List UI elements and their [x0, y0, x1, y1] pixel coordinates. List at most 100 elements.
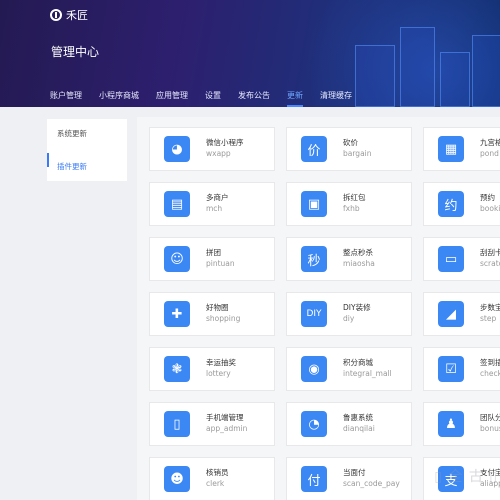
plugin-code: scan_code_pay: [343, 479, 400, 488]
page-title: 管理中心: [51, 45, 100, 59]
nav-item[interactable]: 应用管理: [156, 90, 188, 107]
nav-item[interactable]: 设置: [205, 90, 221, 107]
plugin-card[interactable]: ▭ 刮刮卡 scratch: [423, 237, 500, 281]
plugin-name: 砍价: [343, 138, 358, 147]
grid-icon: ▦: [438, 136, 464, 162]
plugin-code: wxapp: [206, 149, 231, 158]
watermark: ▯ 全 古 ▯: [434, 469, 498, 485]
logo-icon: [50, 9, 62, 21]
plugin-name: 刮刮卡: [480, 248, 500, 257]
clerk-icon: ☻: [164, 466, 190, 492]
diy-icon: DIY: [301, 301, 327, 327]
plugin-card[interactable]: ▣ 拆红包 fxhb: [286, 182, 412, 226]
plugin-code: mch: [206, 204, 223, 213]
plugin-code: bargain: [343, 149, 372, 158]
plugin-card[interactable]: ❃ 幸运抽奖 lottery: [149, 347, 275, 391]
plugin-card[interactable]: ✚ 好物圈 shopping: [149, 292, 275, 336]
banner-building: [472, 35, 500, 107]
plugin-code: bonus: [480, 424, 500, 433]
plugin-name: 鲁惠系统: [343, 413, 373, 422]
plugin-card[interactable]: ◕ 微信小程序 wxapp: [149, 127, 275, 171]
lottery-icon: ❃: [164, 356, 190, 382]
sidebar-active-indicator: [47, 153, 49, 167]
phone-icon: ▯: [164, 411, 190, 437]
plugin-card[interactable]: DIY DIY装修 diy: [286, 292, 412, 336]
shoe-icon: ◢: [438, 301, 464, 327]
plugin-name: 拼团: [206, 248, 221, 257]
plugin-code: shopping: [206, 314, 241, 323]
plugin-name: 核销员: [206, 468, 229, 477]
bargain-icon: 价: [301, 136, 327, 162]
plugin-card[interactable]: ☺ 拼团 pintuan: [149, 237, 275, 281]
plugin-code: booking: [480, 204, 500, 213]
plugin-name: 当面付: [343, 468, 366, 477]
plugin-code: diy: [343, 314, 355, 323]
plugin-code: pond: [480, 149, 499, 158]
plugin-card[interactable]: ◔ 鲁惠系统 dianqilai: [286, 402, 412, 446]
plugin-grid: ◕ 微信小程序 wxapp 价 砍价 bargain ▦ 九宫格 pond ▤ 多商户 mch ▣ 拆红包…: [137, 117, 500, 500]
plugin-card[interactable]: ◉ 积分商城 integral_mall: [286, 347, 412, 391]
plugin-card[interactable]: 价 砍价 bargain: [286, 127, 412, 171]
plugin-card[interactable]: ▯ 手机端管理 app_admin: [149, 402, 275, 446]
plugin-code: pintuan: [206, 259, 235, 268]
pay-icon: 付: [301, 466, 327, 492]
plugin-code: dianqilai: [343, 424, 375, 433]
plugin-name: 好物圈: [206, 303, 229, 312]
nav-item[interactable]: 发布公告: [238, 90, 270, 107]
plugin-code: app_admin: [206, 424, 248, 433]
plugin-card[interactable]: ◢ 步数宝 step: [423, 292, 500, 336]
plugin-name: 多商户: [206, 193, 229, 202]
plugin-card[interactable]: 付 当面付 scan_code_pay: [286, 457, 412, 500]
plugin-name: 幸运抽奖: [206, 358, 236, 367]
nav-item[interactable]: 更新: [287, 90, 303, 107]
plugin-name: 步数宝: [480, 303, 500, 312]
plugin-name: DIY装修: [343, 303, 371, 312]
plugin-code: lottery: [206, 369, 231, 378]
wechat-icon: ◕: [164, 136, 190, 162]
plugin-name: 微信小程序: [206, 138, 244, 147]
team-bonus-icon: ♟: [438, 411, 464, 437]
plugin-name: 积分商城: [343, 358, 373, 367]
booking-icon: 约: [438, 191, 464, 217]
plugin-name: 九宫格: [480, 138, 500, 147]
plugin-code: step: [480, 314, 497, 323]
banner-building: [440, 52, 470, 107]
plugin-code: miaosha: [343, 259, 375, 268]
plugin-name: 整点秒杀: [343, 248, 373, 257]
plugin-code: scratch: [480, 259, 500, 268]
service-icon: ◔: [301, 411, 327, 437]
thumb-up-icon: ✚: [164, 301, 190, 327]
points-icon: ◉: [301, 356, 327, 382]
scratch-card-icon: ▭: [438, 246, 464, 272]
plugin-card[interactable]: ▦ 九宫格 pond: [423, 127, 500, 171]
sidebar: 系统更新 插件更新: [47, 119, 127, 181]
plugin-card[interactable]: ☑ 签到插件 check_in: [423, 347, 500, 391]
app-logo[interactable]: 禾匠: [50, 7, 88, 23]
plugin-name: 团队分红: [480, 413, 500, 422]
sidebar-item[interactable]: 插件更新: [57, 161, 87, 172]
group-buy-icon: ☺: [164, 246, 190, 272]
plugin-code: check_in: [480, 369, 500, 378]
nav-item[interactable]: 账户管理: [50, 90, 82, 107]
plugin-card[interactable]: ▤ 多商户 mch: [149, 182, 275, 226]
plugin-card[interactable]: 约 预约 booking: [423, 182, 500, 226]
plugin-card[interactable]: ☻ 核销员 clerk: [149, 457, 275, 500]
header-banner: 禾匠 管理中心 账户管理 小程序商城 应用管理 设置 发布公告 更新 清理缓存: [0, 0, 500, 107]
flash-sale-icon: 秒: [301, 246, 327, 272]
plugin-name: 拆红包: [343, 193, 366, 202]
checkin-icon: ☑: [438, 356, 464, 382]
red-packet-icon: ▣: [301, 191, 327, 217]
sidebar-item[interactable]: 系统更新: [57, 128, 87, 139]
plugin-name: 签到插件: [480, 358, 500, 367]
nav-item[interactable]: 小程序商城: [99, 90, 139, 107]
plugin-card[interactable]: 秒 整点秒杀 miaosha: [286, 237, 412, 281]
plugin-code: integral_mall: [343, 369, 392, 378]
plugin-card[interactable]: ♟ 团队分红 bonus: [423, 402, 500, 446]
plugin-name: 预约: [480, 193, 495, 202]
plugin-name: 手机端管理: [206, 413, 244, 422]
nav-item[interactable]: 清理缓存: [320, 90, 352, 107]
plugin-code: clerk: [206, 479, 225, 488]
shop-icon: ▤: [164, 191, 190, 217]
logo-text: 禾匠: [66, 9, 88, 22]
plugin-code: fxhb: [343, 204, 360, 213]
